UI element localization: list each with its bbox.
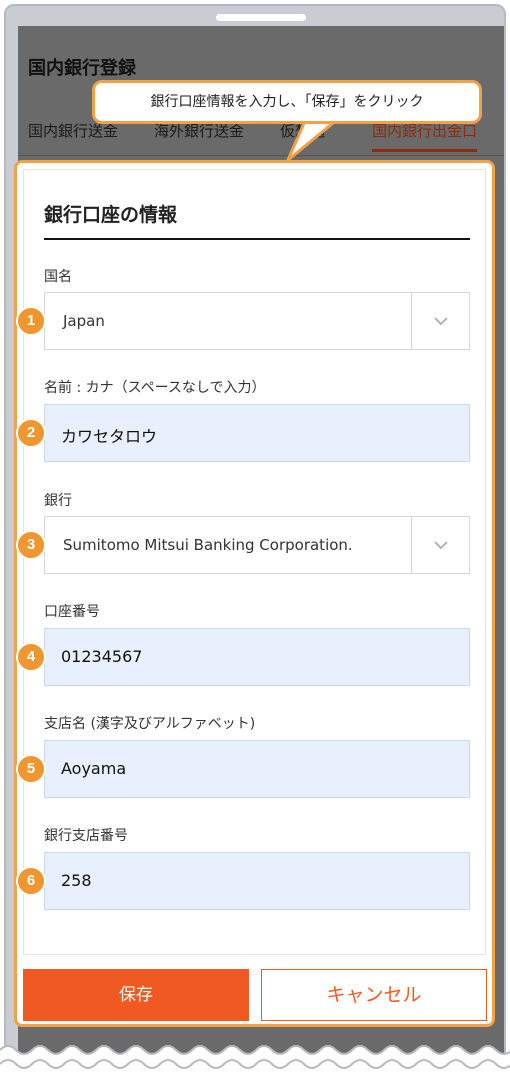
branch-name-value: Aoyama: [61, 759, 127, 778]
branch-name-input[interactable]: 5 Aoyama: [16, 740, 470, 798]
account-number-value: 01234567: [61, 647, 143, 666]
bank-select[interactable]: 3 Sumitomo Mitsui Banking Corporation.: [16, 516, 470, 574]
bank-account-modal: 銀行口座の情報 国名 1 Japan 名前 : カナ（スペースなしで入力） 2 …: [14, 160, 495, 1027]
bank-account-form: 銀行口座の情報 国名 1 Japan 名前 : カナ（スペースなしで入力） 2 …: [16, 169, 486, 955]
chevron-down-icon[interactable]: [431, 535, 451, 555]
country-label: 国名: [44, 269, 72, 285]
title-divider: [44, 238, 470, 240]
select-divider: [411, 517, 412, 573]
country-value: Japan: [63, 312, 105, 330]
bank-label: 銀行: [44, 493, 72, 509]
tab-domestic-withdrawal[interactable]: 国内銀行出金口: [372, 120, 478, 152]
bank-value: Sumitomo Mitsui Banking Corporation.: [63, 536, 353, 554]
branch-name-label: 支店名 (漢字及びアルファベット): [44, 716, 256, 732]
step-badge-4: 4: [16, 642, 46, 672]
kana-name-input[interactable]: 2 カワセタロウ: [16, 404, 470, 462]
step-badge-3: 3: [16, 530, 46, 560]
select-divider: [411, 293, 412, 349]
step-badge-5: 5: [16, 754, 46, 784]
account-number-input[interactable]: 4 01234567: [16, 628, 470, 686]
page-title: 国内銀行登録: [28, 58, 136, 79]
kana-name-value: カワセタロウ: [61, 427, 158, 446]
account-number-label: 口座番号: [44, 604, 100, 620]
country-select[interactable]: 1 Japan: [16, 292, 470, 350]
step-badge-2: 2: [16, 418, 46, 448]
step-badge-1: 1: [16, 306, 46, 336]
step-badge-6: 6: [16, 866, 46, 896]
kana-name-label: 名前 : カナ（スペースなしで入力）: [44, 380, 266, 396]
chevron-down-icon[interactable]: [431, 311, 451, 331]
instruction-callout: 銀行口座情報を入力し、「保存」をクリック: [92, 80, 482, 124]
save-button[interactable]: 保存: [23, 969, 249, 1021]
phone-speaker: [216, 14, 306, 21]
modal-title: 銀行口座の情報: [44, 204, 178, 226]
cancel-button[interactable]: キャンセル: [261, 969, 487, 1021]
branch-number-value: 258: [61, 871, 92, 890]
branch-number-input[interactable]: 6 258: [16, 852, 470, 910]
branch-number-label: 銀行支店番号: [44, 828, 128, 844]
torn-edge-decoration: [0, 1045, 510, 1079]
